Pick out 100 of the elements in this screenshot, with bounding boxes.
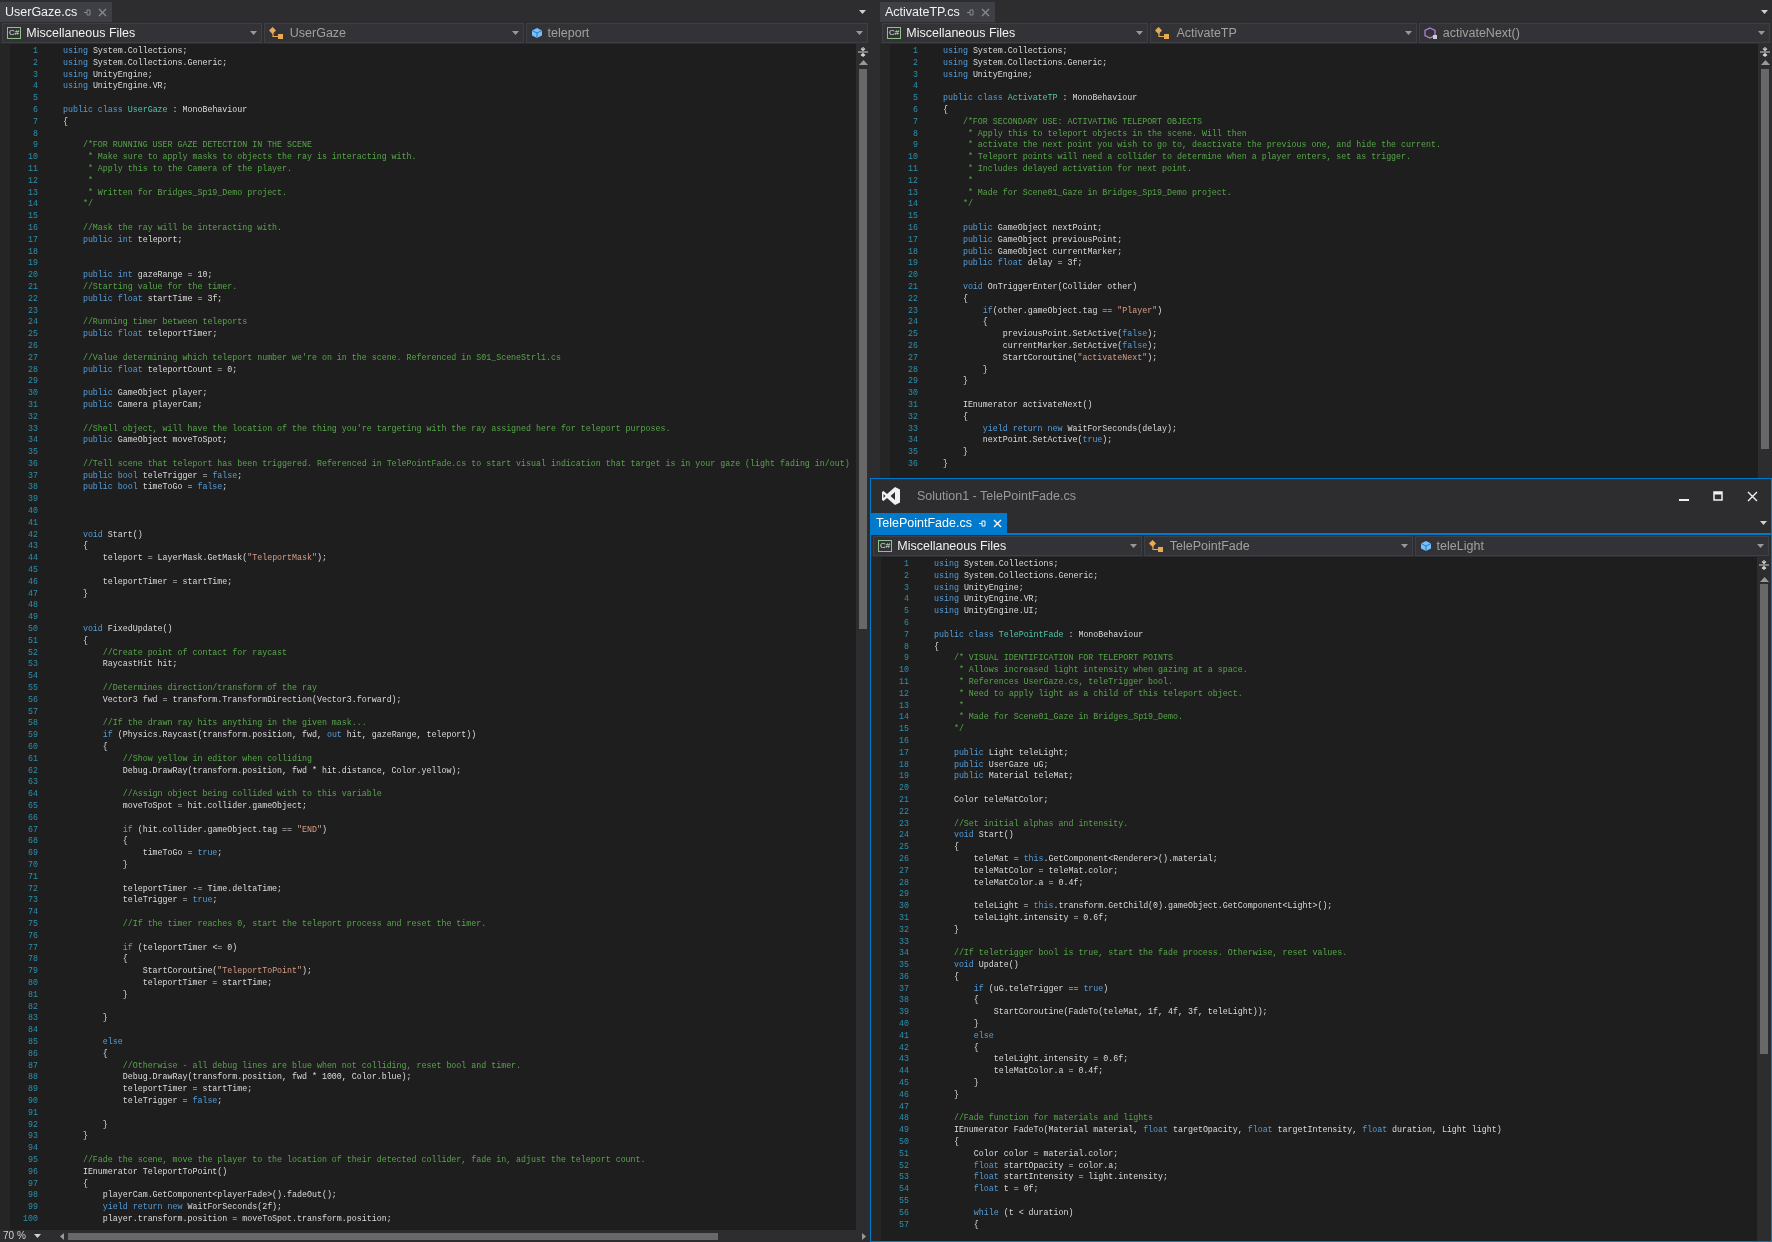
code-line: */ bbox=[952, 723, 964, 735]
code-line: { bbox=[972, 1041, 979, 1054]
scroll-up-icon[interactable] bbox=[1760, 60, 1770, 65]
scroll-right-icon[interactable] bbox=[862, 1232, 866, 1240]
project-dropdown[interactable]: C# Miscellaneous Files bbox=[873, 536, 1142, 556]
line-number: 36 bbox=[28, 457, 38, 470]
project-dropdown[interactable]: C# Miscellaneous Files bbox=[2, 23, 262, 43]
code-line: teleMat = this.GetComponent<Renderer>().material; bbox=[972, 852, 1218, 865]
vertical-scrollbar[interactable] bbox=[856, 44, 870, 1230]
close-icon[interactable] bbox=[980, 7, 990, 17]
minimize-icon bbox=[1679, 499, 1689, 501]
close-icon bbox=[1746, 490, 1758, 502]
scrollbar-thumb[interactable] bbox=[1761, 69, 1769, 449]
line-number: 13 bbox=[28, 186, 38, 199]
member-dropdown[interactable]: teleLight bbox=[1414, 536, 1769, 556]
vertical-scrollbar[interactable] bbox=[1758, 44, 1772, 478]
line-number: 31 bbox=[908, 398, 918, 411]
code-line: { bbox=[81, 634, 88, 647]
pin-icon[interactable] bbox=[965, 7, 975, 17]
type-dropdown[interactable]: UserGaze bbox=[263, 23, 524, 43]
code-line: public int gazeRange = 10; bbox=[81, 269, 213, 281]
line-number: 63 bbox=[28, 776, 38, 789]
line-number: 54 bbox=[28, 670, 38, 683]
line-number: 87 bbox=[28, 1059, 38, 1072]
close-icon[interactable] bbox=[98, 7, 108, 17]
line-number: 12 bbox=[899, 687, 909, 700]
caret-icon bbox=[1761, 10, 1768, 14]
code-line: //Create point of contact for raycast bbox=[101, 646, 288, 659]
line-number: 94 bbox=[28, 1142, 38, 1154]
code-line: public GameObject currentMarker; bbox=[961, 245, 1123, 258]
csharp-badge: C# bbox=[878, 540, 893, 552]
line-number: 17 bbox=[28, 233, 38, 246]
scroll-up-icon[interactable] bbox=[1759, 577, 1769, 582]
code-line: Color color = material.color; bbox=[972, 1147, 1119, 1160]
scrollbar-thumb[interactable] bbox=[1760, 584, 1768, 1054]
line-number: 84 bbox=[28, 1024, 38, 1036]
line-number: 6 bbox=[904, 617, 909, 629]
code-line: using UnityEngine; bbox=[943, 68, 1033, 81]
code-line: */ bbox=[961, 198, 973, 211]
line-number: 16 bbox=[28, 221, 38, 234]
line-number: 95 bbox=[28, 1153, 38, 1166]
line-number: 51 bbox=[899, 1147, 909, 1160]
line-number: 20 bbox=[899, 782, 909, 794]
split-icon[interactable] bbox=[857, 46, 869, 58]
code-line: playerCam.GetComponent<playerFade>().fadeOut(); bbox=[101, 1189, 337, 1202]
code-line: { bbox=[81, 540, 88, 553]
scrollbar-thumb[interactable] bbox=[68, 1232, 718, 1240]
code-line: //Running timer between teleports bbox=[81, 316, 248, 329]
code-line: using UnityEngine; bbox=[934, 581, 1024, 594]
project-dropdown[interactable]: C# Miscellaneous Files bbox=[882, 23, 1149, 43]
line-number: 14 bbox=[28, 198, 38, 211]
line-number: 90 bbox=[28, 1094, 38, 1107]
line-number: 33 bbox=[899, 935, 909, 948]
document-tab[interactable]: ActivateTP.cs bbox=[880, 2, 995, 22]
code-line: teleportTimer = startTime; bbox=[101, 575, 233, 588]
code-line: Debug.DrawRay(transform.position, fwd * hit.distance, Color.yellow); bbox=[121, 764, 462, 777]
zoom-dropdown[interactable]: 70 % bbox=[0, 1230, 56, 1242]
code-line: public float teleportTimer; bbox=[81, 328, 218, 340]
code-line: //Set initial alphas and intensity. bbox=[952, 817, 1129, 830]
line-number: 36 bbox=[899, 970, 909, 983]
code-line: } bbox=[961, 446, 968, 458]
line-number: 7 bbox=[33, 115, 38, 128]
code-line: //If the timer reaches 0, start the teleport process and reset the timer. bbox=[121, 917, 487, 930]
member-dropdown[interactable]: teleport bbox=[525, 23, 868, 43]
code-line: { bbox=[81, 1177, 88, 1190]
code-line: } bbox=[981, 363, 988, 376]
caret-icon bbox=[33, 1234, 41, 1238]
type-dropdown[interactable]: TelePointFade bbox=[1143, 536, 1413, 556]
line-number: 53 bbox=[28, 658, 38, 671]
line-number: 75 bbox=[28, 917, 38, 930]
line-number: 21 bbox=[899, 793, 909, 806]
document-tab[interactable]: UserGaze.cs bbox=[0, 2, 113, 22]
scroll-left-icon[interactable] bbox=[60, 1232, 64, 1240]
line-number: 24 bbox=[908, 316, 918, 329]
code-line: RaycastHit hit; bbox=[101, 658, 178, 671]
vertical-scrollbar[interactable] bbox=[1757, 557, 1771, 1241]
pin-icon[interactable] bbox=[83, 7, 93, 17]
field-icon bbox=[1419, 540, 1432, 552]
code-line: timeToGo = true; bbox=[141, 847, 223, 859]
split-icon[interactable] bbox=[1759, 46, 1771, 58]
member-dropdown[interactable]: activateNext() bbox=[1418, 23, 1770, 43]
pin-icon[interactable] bbox=[977, 518, 987, 528]
scrollbar-thumb[interactable] bbox=[859, 69, 867, 629]
line-number: 55 bbox=[28, 682, 38, 694]
class-icon bbox=[268, 26, 285, 40]
type-dropdown[interactable]: ActivateTP bbox=[1150, 23, 1417, 43]
scroll-up-icon[interactable] bbox=[858, 60, 868, 65]
code-line: void Start() bbox=[81, 528, 143, 541]
code-line: * bbox=[966, 174, 973, 187]
line-number: 19 bbox=[28, 257, 38, 270]
line-number: 9 bbox=[913, 139, 918, 152]
line-number: 51 bbox=[28, 634, 38, 647]
split-icon[interactable] bbox=[1758, 559, 1770, 571]
line-number: 79 bbox=[28, 965, 38, 977]
code-line: if (hit.collider.gameObject.tag == "END") bbox=[121, 823, 327, 836]
document-tab[interactable]: TelePointFade.cs bbox=[871, 513, 1007, 533]
line-number: 6 bbox=[33, 104, 38, 116]
code-line: { bbox=[972, 1218, 979, 1231]
code-line: } bbox=[952, 1088, 959, 1101]
code-line: float t = 0f; bbox=[972, 1183, 1039, 1196]
